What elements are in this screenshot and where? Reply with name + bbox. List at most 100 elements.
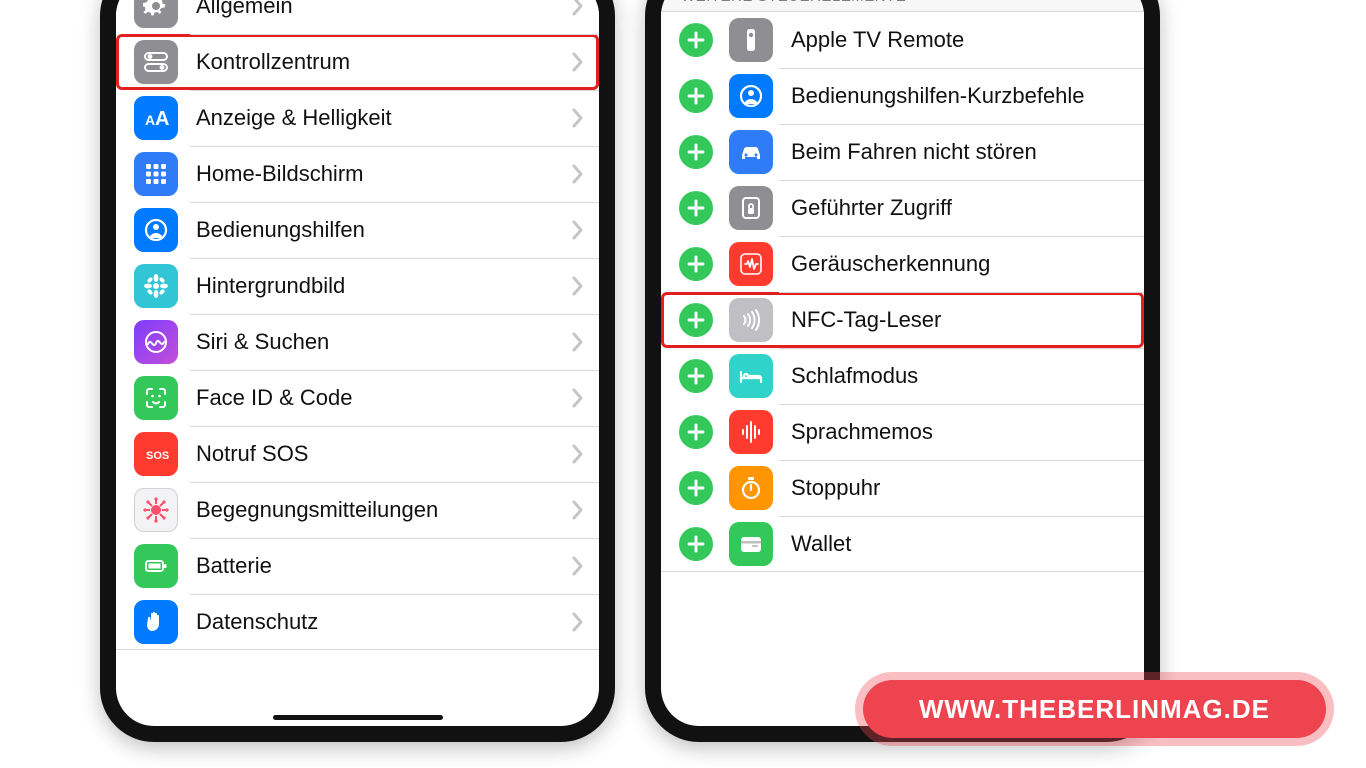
- sound-icon: [729, 242, 773, 286]
- svg-text:A: A: [145, 112, 155, 128]
- grid-icon: [134, 152, 178, 196]
- chevron-right-icon: [571, 331, 585, 353]
- control-row-lock[interactable]: Geführter Zugriff: [661, 180, 1144, 236]
- control-row-nfc[interactable]: NFC-Tag-Leser: [661, 292, 1144, 348]
- chevron-right-icon: [571, 499, 585, 521]
- watermark-badge: WWW.THEBERLINMAG.DE: [863, 680, 1326, 738]
- control-row-label: NFC-Tag-Leser: [791, 307, 1130, 333]
- add-control-button[interactable]: [679, 527, 713, 561]
- textsize-icon: AA: [134, 96, 178, 140]
- stopwatch-icon: [729, 466, 773, 510]
- add-control-button[interactable]: [679, 23, 713, 57]
- chevron-right-icon: [571, 387, 585, 409]
- phone-frame-right: WEITERE STEUERELEMENTE Apple TV Remote Be…: [645, 0, 1160, 742]
- settings-row-label: Allgemein: [196, 0, 571, 19]
- gear-icon: [134, 0, 178, 28]
- settings-row-siri[interactable]: Siri & Suchen: [116, 314, 599, 370]
- add-control-button[interactable]: [679, 415, 713, 449]
- screen-left: Allgemein Kontrollzentrum AA Anzeige & Hell…: [116, 0, 599, 726]
- screen-right: WEITERE STEUERELEMENTE Apple TV Remote Be…: [661, 0, 1144, 726]
- settings-row-sos[interactable]: SOS Notruf SOS: [116, 426, 599, 482]
- battery-icon: [134, 544, 178, 588]
- settings-row-hand[interactable]: Datenschutz: [116, 594, 599, 650]
- phone-frame-left: Allgemein Kontrollzentrum AA Anzeige & Hell…: [100, 0, 615, 742]
- add-control-button[interactable]: [679, 191, 713, 225]
- chevron-right-icon: [571, 107, 585, 129]
- control-row-sound[interactable]: Geräuscherkennung: [661, 236, 1144, 292]
- faceid-icon: [134, 376, 178, 420]
- person-icon: [134, 208, 178, 252]
- siri-icon: [134, 320, 178, 364]
- add-control-button[interactable]: [679, 79, 713, 113]
- control-row-label: Schlafmodus: [791, 363, 1130, 389]
- settings-row-label: Datenschutz: [196, 609, 571, 635]
- add-control-button[interactable]: [679, 359, 713, 393]
- settings-row-gear[interactable]: Allgemein: [116, 0, 599, 34]
- controls-list: Apple TV Remote Bedienungshilfen-Kurzbefe…: [661, 12, 1144, 572]
- person-icon: [729, 74, 773, 118]
- add-control-button[interactable]: [679, 303, 713, 337]
- settings-row-label: Face ID & Code: [196, 385, 571, 411]
- settings-row-label: Begegnungsmitteilungen: [196, 497, 571, 523]
- control-row-label: Stoppuhr: [791, 475, 1130, 501]
- sos-icon: SOS: [134, 432, 178, 476]
- car-icon: [729, 130, 773, 174]
- control-row-label: Beim Fahren nicht stören: [791, 139, 1130, 165]
- settings-row-label: Home-Bildschirm: [196, 161, 571, 187]
- chevron-right-icon: [571, 51, 585, 73]
- settings-row-switches[interactable]: Kontrollzentrum: [116, 34, 599, 90]
- home-indicator: [273, 715, 443, 720]
- chevron-right-icon: [571, 163, 585, 185]
- settings-row-label: Notruf SOS: [196, 441, 571, 467]
- virus-icon: [134, 488, 178, 532]
- control-row-label: Bedienungshilfen-Kurzbefehle: [791, 83, 1130, 109]
- wallet-icon: [729, 522, 773, 566]
- hand-icon: [134, 600, 178, 644]
- chevron-right-icon: [571, 443, 585, 465]
- flower-icon: [134, 264, 178, 308]
- settings-row-faceid[interactable]: Face ID & Code: [116, 370, 599, 426]
- settings-row-battery[interactable]: Batterie: [116, 538, 599, 594]
- settings-row-label: Kontrollzentrum: [196, 49, 571, 75]
- section-header: WEITERE STEUERELEMENTE: [661, 0, 1144, 12]
- svg-text:A: A: [155, 108, 169, 130]
- settings-row-person[interactable]: Bedienungshilfen: [116, 202, 599, 258]
- control-row-wallet[interactable]: Wallet: [661, 516, 1144, 572]
- add-control-button[interactable]: [679, 135, 713, 169]
- settings-row-label: Anzeige & Helligkeit: [196, 105, 571, 131]
- settings-row-virus[interactable]: Begegnungsmitteilungen: [116, 482, 599, 538]
- bed-icon: [729, 354, 773, 398]
- settings-row-label: Batterie: [196, 553, 571, 579]
- control-row-car[interactable]: Beim Fahren nicht stören: [661, 124, 1144, 180]
- settings-row-label: Hintergrundbild: [196, 273, 571, 299]
- control-row-label: Sprachmemos: [791, 419, 1130, 445]
- nfc-icon: [729, 298, 773, 342]
- control-row-stopwatch[interactable]: Stoppuhr: [661, 460, 1144, 516]
- settings-row-label: Bedienungshilfen: [196, 217, 571, 243]
- waveform-icon: [729, 410, 773, 454]
- chevron-right-icon: [571, 555, 585, 577]
- settings-row-flower[interactable]: Hintergrundbild: [116, 258, 599, 314]
- control-row-person[interactable]: Bedienungshilfen-Kurzbefehle: [661, 68, 1144, 124]
- chevron-right-icon: [571, 611, 585, 633]
- lock-icon: [729, 186, 773, 230]
- control-row-label: Geräuscherkennung: [791, 251, 1130, 277]
- settings-row-label: Siri & Suchen: [196, 329, 571, 355]
- control-row-remote[interactable]: Apple TV Remote: [661, 12, 1144, 68]
- settings-list: Allgemein Kontrollzentrum AA Anzeige & Hell…: [116, 0, 599, 650]
- control-row-waveform[interactable]: Sprachmemos: [661, 404, 1144, 460]
- remote-icon: [729, 18, 773, 62]
- add-control-button[interactable]: [679, 247, 713, 281]
- svg-text:SOS: SOS: [146, 450, 169, 462]
- control-row-label: Geführter Zugriff: [791, 195, 1130, 221]
- chevron-right-icon: [571, 219, 585, 241]
- settings-row-textsize[interactable]: AA Anzeige & Helligkeit: [116, 90, 599, 146]
- add-control-button[interactable]: [679, 471, 713, 505]
- chevron-right-icon: [571, 0, 585, 17]
- control-row-label: Wallet: [791, 531, 1130, 557]
- chevron-right-icon: [571, 275, 585, 297]
- switches-icon: [134, 40, 178, 84]
- settings-row-grid[interactable]: Home-Bildschirm: [116, 146, 599, 202]
- control-row-bed[interactable]: Schlafmodus: [661, 348, 1144, 404]
- control-row-label: Apple TV Remote: [791, 27, 1130, 53]
